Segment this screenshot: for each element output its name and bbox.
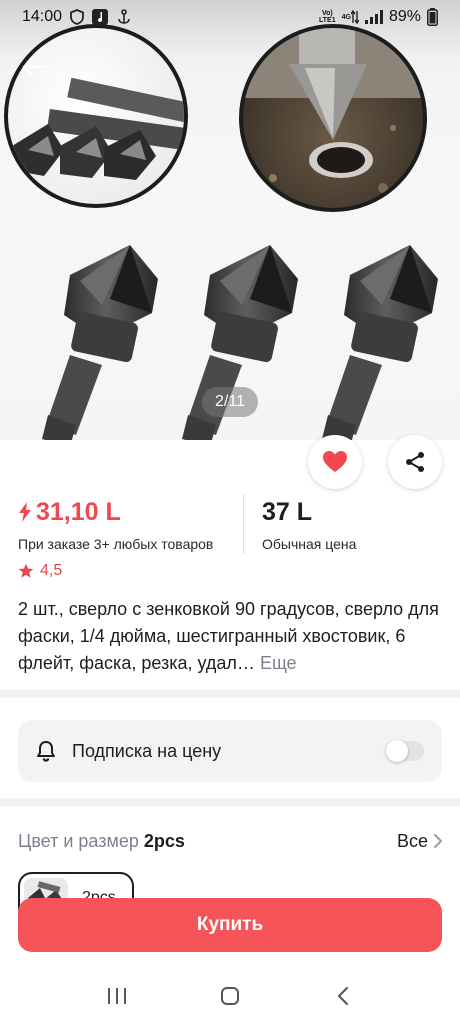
regular-price-caption: Обычная цена	[262, 536, 357, 552]
product-gallery[interactable]: 2/11	[0, 0, 460, 440]
rating-value: 4,5	[40, 562, 63, 579]
recent-apps-icon	[107, 988, 126, 1004]
system-back-button[interactable]	[323, 976, 363, 1016]
show-more-link[interactable]: Еще	[260, 653, 297, 673]
signal-icon	[364, 10, 383, 24]
section-divider	[0, 690, 460, 698]
mobile-data-icon: 4G	[342, 10, 359, 24]
lightning-icon	[19, 502, 31, 522]
share-button[interactable]	[388, 435, 442, 489]
network-type-label: 4G	[341, 13, 351, 21]
section-divider	[0, 798, 460, 806]
gallery-page-indicator: 2/11	[202, 387, 258, 417]
variant-selected-value: 2pcs	[143, 830, 185, 851]
product-title-text: 2 шт., сверло с зенковкой 90 градусов, с…	[18, 599, 439, 673]
bell-icon	[36, 740, 56, 762]
recent-apps-button[interactable]	[97, 976, 137, 1016]
system-nav-bar	[0, 970, 460, 1022]
shield-icon	[70, 9, 84, 25]
favorite-button[interactable]	[308, 435, 362, 489]
music-app-icon	[92, 9, 109, 25]
variant-all-label: Все	[396, 830, 428, 851]
price-block: 31,10 L При заказе 3+ любых товаров 37 L…	[18, 494, 442, 554]
promo-price: 31,10 L При заказе 3+ любых товаров	[18, 494, 244, 554]
variant-title: Цвет и размер	[18, 830, 139, 851]
home-button[interactable]	[210, 976, 250, 1016]
price-subscription-label: Подписка на цену	[72, 740, 222, 761]
buy-button[interactable]: Купить	[18, 898, 442, 952]
battery-icon	[427, 8, 438, 26]
battery-percent: 89%	[388, 8, 421, 25]
variant-header[interactable]: Цвет и размер 2pcs Все	[18, 826, 442, 856]
price-subscription-toggle[interactable]	[386, 740, 424, 762]
product-title: 2 шт., сверло с зенковкой 90 градусов, с…	[18, 596, 446, 677]
toggle-knob	[386, 740, 408, 762]
regular-price: 37 L Обычная цена	[244, 494, 356, 554]
network-volte-label: Vo)	[321, 10, 333, 17]
anchor-icon	[116, 9, 132, 25]
chevron-right-icon	[434, 834, 442, 848]
status-time: 14:00	[22, 8, 63, 25]
variant-all-link[interactable]: Все	[397, 831, 442, 852]
regular-price-value: 37 L	[262, 497, 313, 526]
price-subscription-row[interactable]: Подписка на цену	[18, 720, 442, 782]
heart-icon	[323, 451, 347, 472]
home-icon	[220, 987, 239, 1005]
detail-photo-drilling	[239, 24, 427, 212]
product-rating[interactable]: 4,5	[18, 562, 62, 580]
chevron-left-icon	[338, 987, 349, 1005]
network-lte-label: LTE1	[319, 17, 336, 24]
star-icon	[18, 563, 34, 578]
share-icon	[406, 452, 424, 472]
promo-price-caption: При заказе 3+ любых товаров	[18, 536, 214, 552]
network-indicator: Vo) LTE1	[319, 10, 336, 24]
back-button[interactable]	[18, 52, 48, 82]
status-bar: 14:00 Vo) LTE1 4G 89%	[0, 0, 460, 34]
promo-price-value: 31,10 L	[36, 497, 121, 526]
arrow-left-icon	[22, 58, 44, 76]
